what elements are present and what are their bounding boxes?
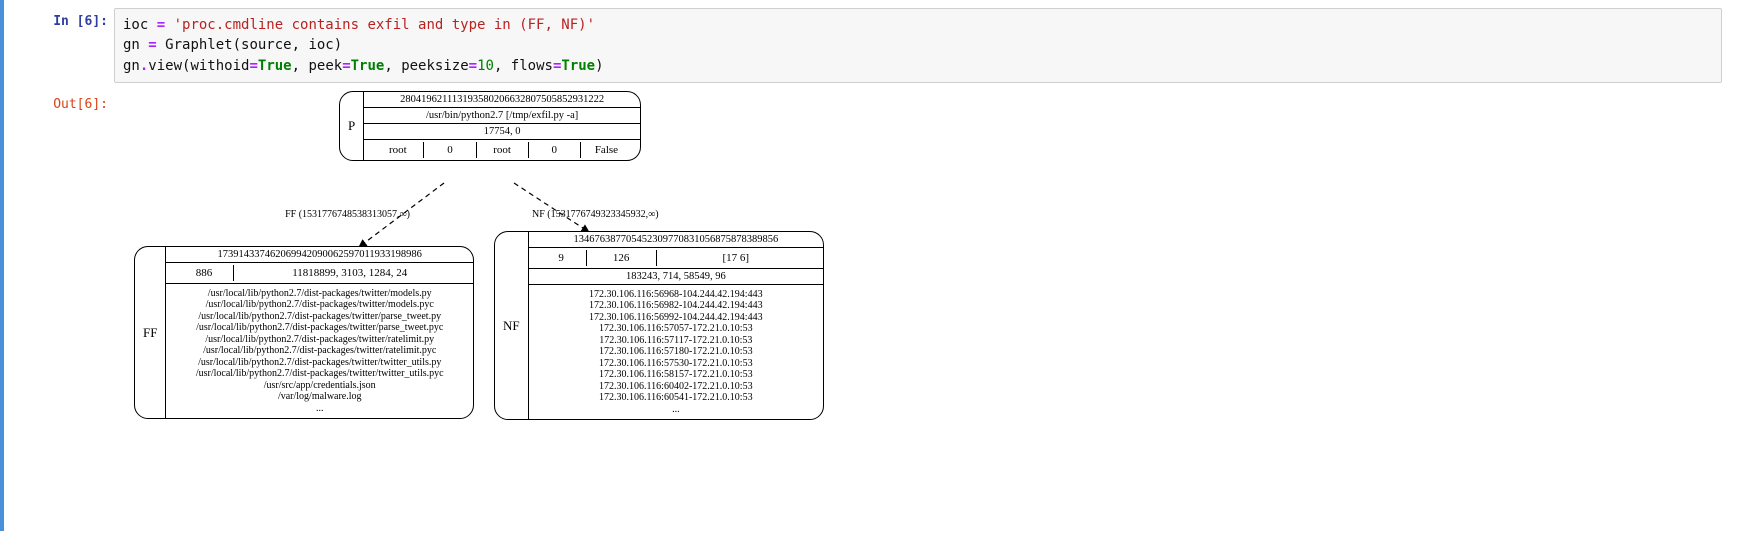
- node-ff-oid: 173914337462069942090062597011933198986: [166, 247, 473, 263]
- node-ff-label: FF: [135, 247, 165, 419]
- graph-node-nf: NF 1346763877054523097708310568758783898…: [494, 231, 824, 421]
- code-cell: In [6]: ioc = 'proc.cmdline contains exf…: [8, 8, 1722, 83]
- graph-node-p: P 28041962111319358020663280750585293122…: [339, 91, 641, 161]
- output-prompt: Out[6]:: [8, 91, 108, 511]
- output-cell: Out[6]: FF (1531776748538313057,∞) NF (1…: [8, 91, 1722, 511]
- node-ff-files: /usr/local/lib/python2.7/dist-packages/t…: [166, 284, 473, 419]
- node-p-pid: 17754, 0: [364, 124, 640, 140]
- node-p-label: P: [340, 92, 363, 160]
- node-nf-flows: 172.30.106.116:56968-104.244.42.194:4431…: [529, 285, 823, 420]
- code-input[interactable]: ioc = 'proc.cmdline contains exfil and t…: [114, 8, 1722, 83]
- node-nf-label: NF: [495, 232, 528, 420]
- edge-nf-label: NF (1531776749323345932,∞): [532, 209, 659, 220]
- node-ff-cols: 886 11818899, 3103, 1284, 24: [166, 263, 473, 284]
- node-nf-cols: 9 126 [17 6]: [529, 248, 823, 269]
- node-nf-oid: 134676387705452309770831056875878389856: [529, 232, 823, 248]
- graph-node-ff: FF 1739143374620699420900625970119331989…: [134, 246, 474, 420]
- node-p-cmd: /usr/bin/python2.7 [/tmp/exfil.py -a]: [364, 108, 640, 124]
- node-p-oid: 280419621113193580206632807505852931222: [364, 92, 640, 108]
- input-prompt: In [6]:: [8, 8, 108, 83]
- graph-output: FF (1531776748538313057,∞) NF (153177674…: [114, 91, 1722, 511]
- node-p-attrs: root 0 root 0 False: [364, 140, 640, 160]
- node-nf-stats: 183243, 714, 58549, 96: [529, 269, 823, 285]
- edge-ff-label: FF (1531776748538313057,∞): [285, 209, 410, 220]
